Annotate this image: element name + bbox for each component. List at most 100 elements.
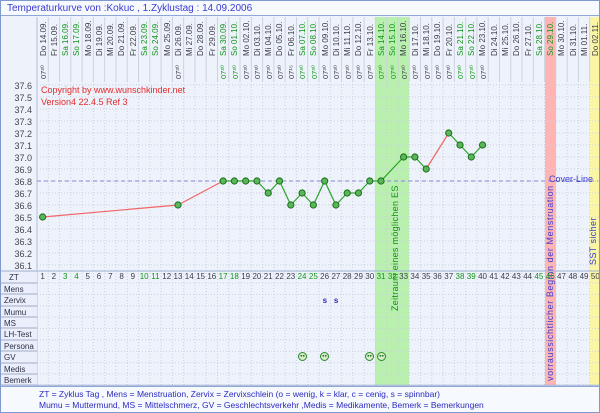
row-label-zervix: Zervix [1,294,37,305]
wakeup-time-label: 07³⁰ [445,65,455,79]
y-axis-tick: 36.7 [1,189,32,199]
cycle-day-number: 18 [229,272,240,281]
wakeup-time-label: 07³⁰ [231,65,241,79]
wakeup-time-label: 07³⁰ [468,65,478,79]
cycle-day-number: 24 [296,272,307,281]
cycle-day-number: 43 [511,272,522,281]
date-label: Di 31.10. [569,24,579,56]
temp-point [479,142,485,148]
y-axis-tick: 37.6 [1,81,32,91]
y-axis-tick: 36.2 [1,249,32,259]
cycle-day-number: 29 [353,272,364,281]
date-label: Fr 20.10. [445,24,455,56]
cycle-day-number: 40 [477,272,488,281]
date-label: Di 24.10. [490,24,500,56]
wakeup-time-label: 07³⁰ [377,65,387,79]
wakeup-time-label: 07³⁰ [366,65,376,79]
es-band-label: Zeitraum eines möglichen ES [390,185,400,311]
date-label: Di 10.10. [332,24,342,56]
cycle-day-number: 20 [251,272,262,281]
wakeup-time-label: 07³⁰ [355,65,365,79]
row-label-mens: Mens [1,283,37,294]
y-axis-tick: 37.3 [1,117,32,127]
cycle-day-number: 2 [48,272,59,281]
date-label: So 22.10. [467,22,477,56]
temp-point [446,130,452,136]
wakeup-time-label: 07³⁰ [253,65,263,79]
date-label: Di 26.09. [174,24,184,56]
cycle-day-number: 46 [545,272,556,281]
date-label: So 24.09. [151,22,161,56]
sst-band-label: SST sicher [588,217,598,265]
date-label: Sa 07.10. [298,22,308,56]
wakeup-time-label: 07³⁰ [479,65,489,79]
date-label: Mo 02.10. [242,20,252,56]
wakeup-time-label: 07³⁰ [39,65,49,79]
cycle-day-number: 33 [398,272,409,281]
temp-point [288,202,294,208]
date-label: Fr 13.10. [366,24,376,56]
date-label: So 01.10. [230,22,240,56]
date-label: Di 03.10. [253,24,263,56]
temp-point [299,190,305,196]
date-label: Sa 14.10. [377,22,387,56]
date-label: Fr 06.10. [287,24,297,56]
cycle-day-number: 16 [206,272,217,281]
date-label: Fr 22.09. [129,24,139,56]
gv-smiley-icon [377,352,386,361]
date-label: Do 28.09. [196,21,206,56]
date-label: Sa 30.09. [219,22,229,56]
y-axis-tick: 37.0 [1,153,32,163]
wakeup-time-label: 07³⁰ [174,65,184,79]
temp-point [220,178,226,184]
wakeup-time-label: 07³⁰ [242,65,252,79]
temp-point [276,178,282,184]
cycle-day-number: 44 [522,272,533,281]
legend-line2: Mumu = Muttermund, MS = Mittelschmerz, G… [39,400,599,411]
temp-point [333,202,339,208]
y-axis-tick: 36.6 [1,201,32,211]
temp-point [243,178,249,184]
cycle-day-number: 39 [466,272,477,281]
wakeup-time-label: 07³⁰ [321,65,331,79]
y-axis-tick: 36.8 [1,177,32,187]
cycle-day-number: 5 [82,272,93,281]
y-axis-tick: 36.5 [1,213,32,223]
cycle-day-number: 8 [116,272,127,281]
cycle-day-number: 10 [139,272,150,281]
temp-point [254,178,260,184]
temperature-chart-page: Temperaturkurve von :Kokuc , 1.Zyklustag… [0,0,600,413]
temp-point [355,190,361,196]
date-label: Mo 09.10. [321,20,331,56]
temp-point [457,142,463,148]
temp-point [468,154,474,160]
cycle-day-number: 41 [488,272,499,281]
legend: ZT = Zyklus Tag , Mens = Menstruation, Z… [1,386,599,413]
cycle-day-number: 11 [150,272,161,281]
cycle-day-number: 48 [567,272,578,281]
cycle-day-number: 42 [499,272,510,281]
temp-point [322,178,328,184]
date-label: Sa 23.09. [140,22,150,56]
y-axis-tick: 36.4 [1,225,32,235]
copyright-note: Copyright by www.wunschkinder.net Versio… [41,84,185,108]
y-axis-tick: 36.3 [1,237,32,247]
cycle-day-number: 49 [578,272,589,281]
cycle-day-number: 31 [375,272,386,281]
copyright-line1: Copyright by www.wunschkinder.net [41,84,185,96]
row-label-ms: MS [1,317,37,328]
zervix-entry: s [323,296,327,305]
cycle-day-number: 22 [274,272,285,281]
cycle-day-number: 50 [590,272,600,281]
cycle-day-number: 19 [240,272,251,281]
date-label: Di 17.10. [411,24,421,56]
date-label: Mi 04.10. [264,23,274,56]
date-label: So 15.10. [388,22,398,56]
date-label: Mi 18.10. [422,23,432,56]
cycle-day-number: 35 [421,272,432,281]
row-label-bemerk: Bemerk [1,374,37,385]
zervix-entry: s [334,296,338,305]
wakeup-time-label: 07³⁰ [276,65,286,79]
cycle-day-number: 32 [387,272,398,281]
date-label: Mo 16.10. [399,20,409,56]
